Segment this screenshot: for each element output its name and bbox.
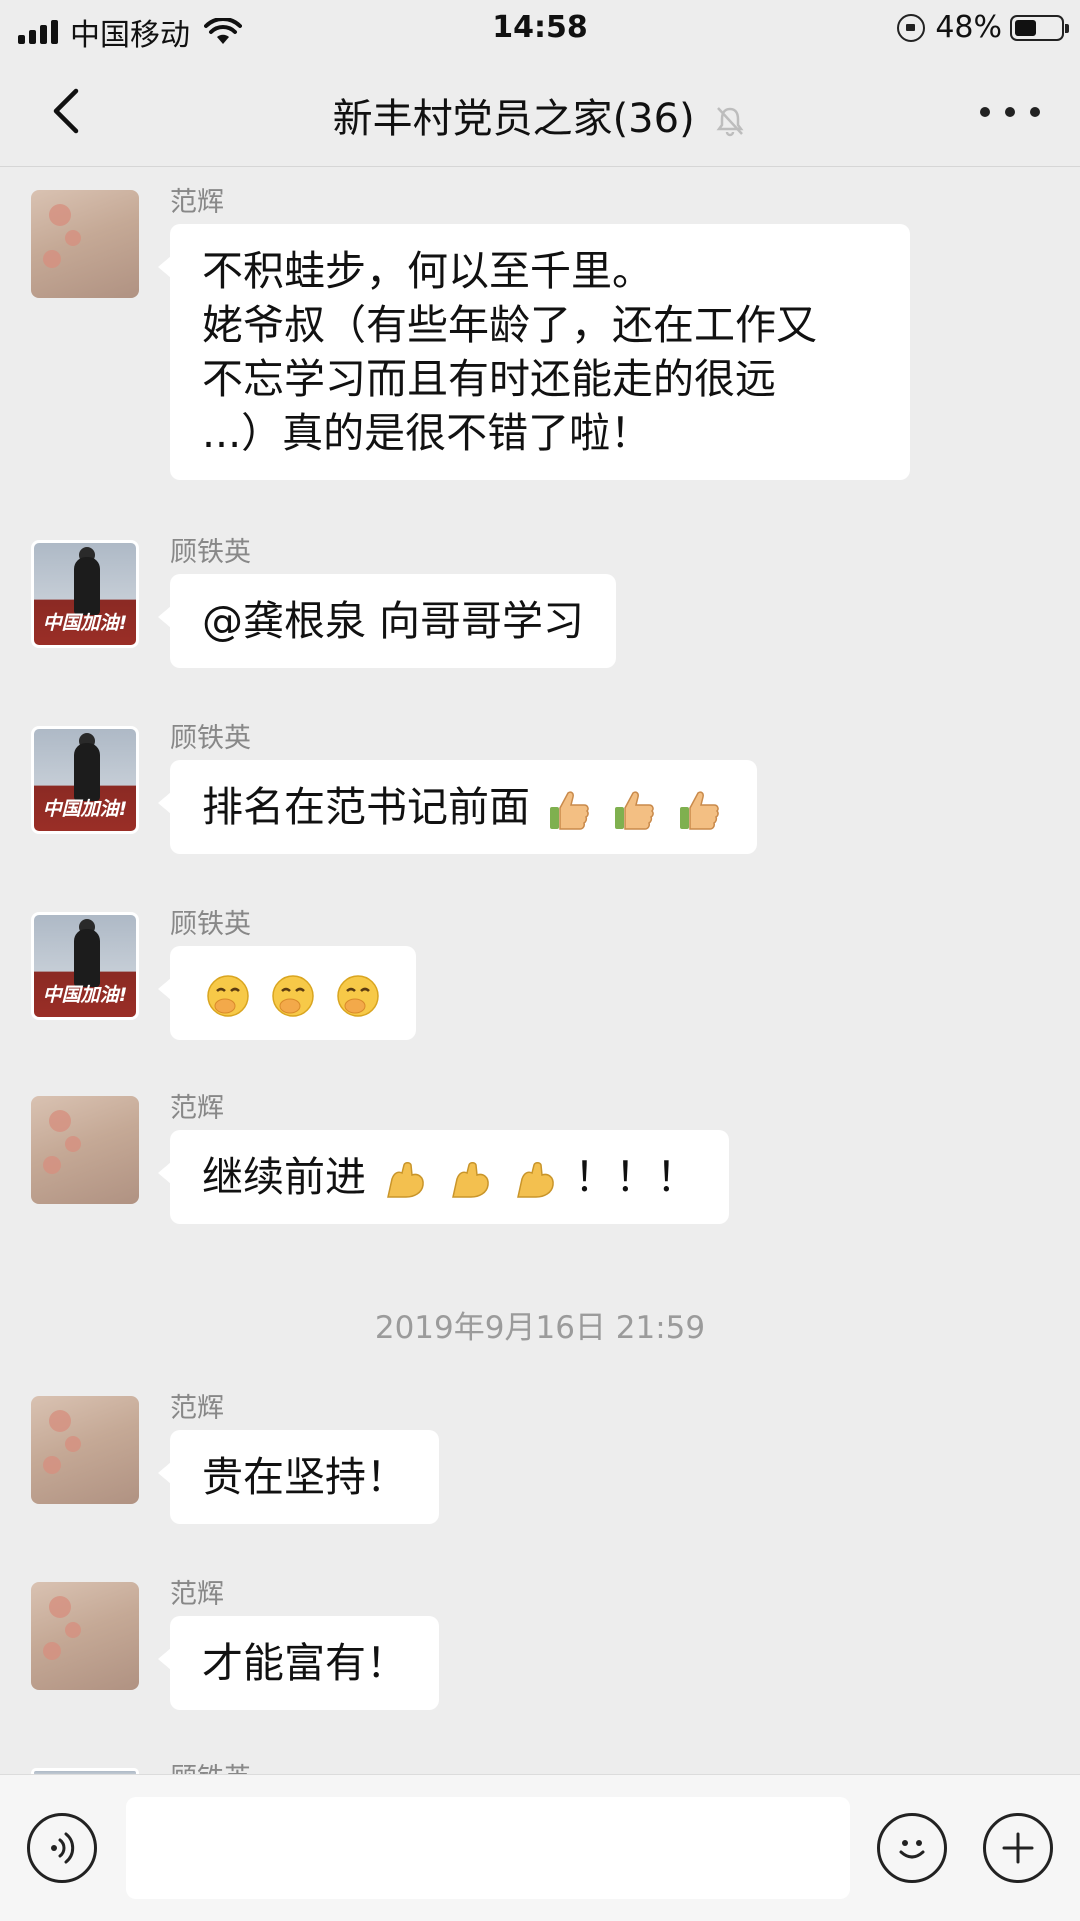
avatar[interactable] [31, 190, 139, 298]
message-input[interactable] [126, 1797, 850, 1899]
message-bubble[interactable]: @龚根泉 向哥哥学习 [157, 574, 617, 668]
status-bar: 中国移动 14:58 48% [0, 0, 1080, 56]
flexed-biceps-icon [387, 1162, 424, 1198]
flexed-biceps-icon [517, 1162, 554, 1198]
message-bubble[interactable]: 贵在坚持！ [158, 1430, 439, 1524]
message-text: 继续前进 [202, 1153, 366, 1201]
avatar[interactable] [31, 1582, 139, 1690]
status-right: 48% [897, 10, 1069, 45]
message-text: 贵在坚持！ [202, 1453, 407, 1501]
message-bubble[interactable]: 排名在范书记前面 [157, 760, 758, 854]
rotation-lock-icon [897, 13, 926, 42]
avatar[interactable]: 中国加油! [31, 726, 139, 834]
giggle-face-icon [272, 975, 314, 1017]
sender-name: 范辉 [170, 187, 224, 218]
message-line: 姥爷叔（有些年龄了，还在工作又 [202, 301, 817, 349]
message-bubble[interactable] [157, 946, 417, 1040]
voice-button[interactable] [27, 1813, 97, 1883]
chat-title-wrap: 新丰村党员之家(36) [0, 86, 1080, 144]
message-bubble[interactable]: 继续前进 ！！！ [157, 1130, 730, 1224]
plus-button[interactable] [983, 1813, 1053, 1883]
battery-icon [1010, 14, 1069, 41]
timestamp: 2019年9月16日 21:59 [374, 1310, 706, 1346]
battery-percent: 48% [935, 10, 1002, 45]
avatar-tag: 中国加油! [42, 612, 128, 634]
message-text: 才能富有！ [202, 1639, 407, 1687]
avatar[interactable] [31, 1396, 139, 1504]
sender-name: 顾铁英 [170, 537, 251, 568]
giggle-face-icon [337, 975, 379, 1017]
message-bubble[interactable]: 才能富有！ [158, 1616, 439, 1710]
message-text: 排名在范书记前面 [202, 783, 530, 831]
more-dot [1005, 107, 1015, 117]
thumbs-up-icon [680, 791, 719, 830]
sender-name: 范辉 [170, 1393, 224, 1424]
message-line: 不忘学习而且有时还能走的很远 [202, 355, 776, 403]
avatar[interactable]: 中国加油! [31, 540, 139, 648]
giggle-face-icon [207, 975, 249, 1017]
smiley-icon [899, 1840, 925, 1859]
thumbs-up-icon [615, 791, 654, 830]
more-dot [980, 107, 990, 117]
more-button[interactable] [980, 92, 1040, 132]
flexed-biceps-icon [452, 1162, 489, 1198]
emoji-button[interactable] [877, 1813, 947, 1883]
voice-icon [51, 1832, 75, 1864]
sender-name: 顾铁英 [170, 909, 251, 940]
sender-name: 顾铁英 [170, 723, 251, 754]
plus-icon [1002, 1832, 1034, 1864]
thumbs-up-icon [550, 791, 589, 830]
input-toolbar [0, 1774, 1080, 1921]
message-suffix: ！！！ [574, 1153, 698, 1201]
sender-name: 范辉 [170, 1579, 224, 1610]
message-text: @龚根泉 向哥哥学习 [202, 597, 585, 645]
nav-bar: 新丰村党员之家(36) [0, 56, 1080, 167]
avatar-tag: 中国加油! [42, 798, 128, 820]
message-bubble[interactable]: 不积蛙步，何以至千里。 姥爷叔（有些年龄了，还在工作又 不忘学习而且有时还能走的… [158, 224, 910, 480]
message-line: ...）真的是很不错了啦！ [202, 409, 652, 457]
chat-title: 新丰村党员之家(36) [332, 96, 695, 142]
message-line: 不积蛙步，何以至千里。 [202, 247, 653, 295]
avatar[interactable] [31, 1096, 139, 1204]
more-dot [1030, 107, 1040, 117]
avatar[interactable]: 中国加油! [31, 912, 139, 1020]
sender-name: 范辉 [170, 1093, 224, 1124]
avatar-tag: 中国加油! [42, 984, 128, 1006]
bell-muted-icon [716, 107, 744, 137]
